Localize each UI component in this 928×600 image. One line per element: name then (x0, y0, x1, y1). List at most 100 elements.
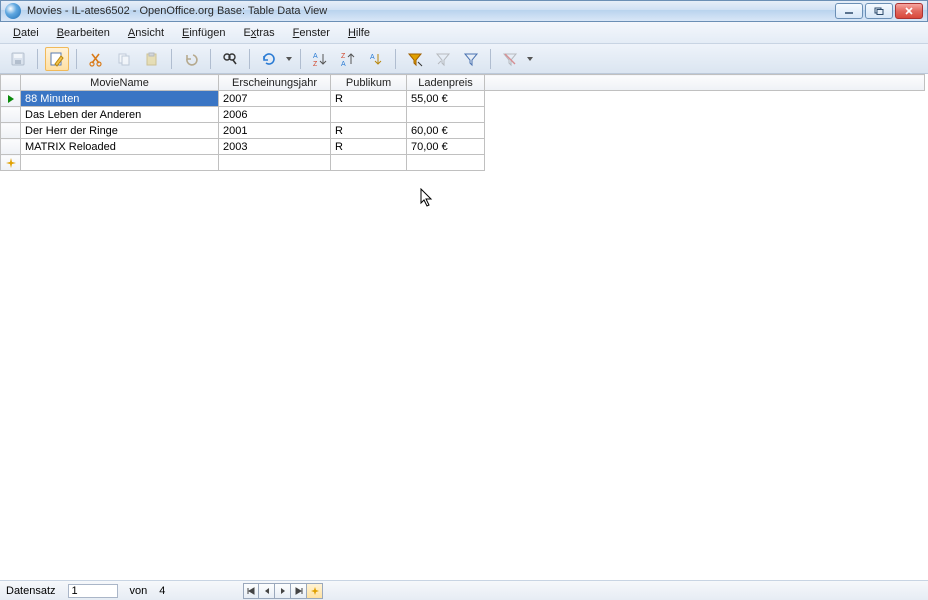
svg-text:Z: Z (313, 61, 318, 67)
menu-fenster[interactable]: Fenster (286, 25, 337, 41)
cell-empty (485, 139, 925, 155)
record-number-input[interactable] (68, 584, 118, 598)
cell-year[interactable]: 2006 (219, 107, 331, 123)
cut-button[interactable] (84, 47, 108, 71)
svg-text:A: A (341, 61, 346, 67)
table-row[interactable]: MATRIX Reloaded2003R70,00 € (1, 139, 925, 155)
column-header-year[interactable]: Erscheinungsjahr (219, 75, 331, 91)
toolbar: AZ ZA A (0, 44, 928, 74)
of-label: von (124, 581, 154, 600)
window-title: Movies - IL-ates6502 - OpenOffice.org Ba… (27, 5, 829, 17)
cell-year[interactable] (219, 155, 331, 171)
cell-empty (485, 123, 925, 139)
menu-datei[interactable]: Datei (6, 25, 46, 41)
last-record-button[interactable] (291, 583, 307, 599)
column-header-price[interactable]: Ladenpreis (407, 75, 485, 91)
undo-button[interactable] (179, 47, 203, 71)
menu-label: ilfe (356, 27, 370, 39)
cell-moviename[interactable]: MATRIX Reloaded (21, 139, 219, 155)
sort-button[interactable]: A (364, 47, 388, 71)
first-record-button[interactable] (243, 583, 259, 599)
table-row[interactable]: Das Leben der Anderen2006 (1, 107, 925, 123)
menu-bearbeiten[interactable]: Bearbeiten (50, 25, 117, 41)
menu-hilfe[interactable]: Hilfe (341, 25, 377, 41)
row-marker[interactable] (1, 123, 21, 139)
minimize-button[interactable] (835, 3, 863, 19)
cell-moviename[interactable]: Das Leben der Anderen (21, 107, 219, 123)
column-header-moviename[interactable]: MovieName (21, 75, 219, 91)
new-record-row[interactable] (1, 155, 925, 171)
toolbar-overflow[interactable] (526, 57, 534, 61)
menu-label: tras (256, 27, 274, 39)
column-header-empty (485, 75, 925, 91)
next-record-button[interactable] (275, 583, 291, 599)
table-row[interactable]: Der Herr der Ringe2001R60,00 € (1, 123, 925, 139)
find-button[interactable] (218, 47, 242, 71)
cell-empty (485, 91, 925, 107)
copy-button[interactable] (112, 47, 136, 71)
app-icon (5, 3, 21, 19)
cell-moviename[interactable]: 88 Minuten (21, 91, 219, 107)
cell-price[interactable]: 55,00 € (407, 91, 485, 107)
row-marker[interactable] (1, 107, 21, 123)
content-area: MovieName Erscheinungsjahr Publikum Lade… (0, 74, 928, 580)
separator-icon (300, 49, 301, 69)
separator-icon (490, 49, 491, 69)
menu-label: nsicht (135, 27, 164, 39)
refresh-button[interactable] (257, 47, 281, 71)
cell-publikum[interactable] (331, 155, 407, 171)
menu-label: E (243, 27, 250, 39)
row-marker[interactable] (1, 139, 21, 155)
remove-filter-button[interactable] (498, 47, 522, 71)
cell-publikum[interactable] (331, 107, 407, 123)
cell-publikum[interactable]: R (331, 123, 407, 139)
cell-moviename[interactable]: Der Herr der Ringe (21, 123, 219, 139)
record-number-field[interactable] (62, 581, 124, 600)
menu-extras[interactable]: Extras (236, 25, 281, 41)
prev-record-button[interactable] (259, 583, 275, 599)
cell-moviename[interactable] (21, 155, 219, 171)
edit-mode-button[interactable] (45, 47, 69, 71)
new-record-marker[interactable] (1, 155, 21, 171)
row-marker[interactable] (1, 91, 21, 107)
sort-asc-button[interactable]: AZ (308, 47, 332, 71)
cell-year[interactable]: 2003 (219, 139, 331, 155)
window-controls (835, 3, 923, 19)
close-button[interactable] (895, 3, 923, 19)
cell-publikum[interactable]: R (331, 91, 407, 107)
maximize-button[interactable] (865, 3, 893, 19)
cursor-icon (420, 188, 434, 211)
column-header-publikum[interactable]: Publikum (331, 75, 407, 91)
separator-icon (249, 49, 250, 69)
separator-icon (210, 49, 211, 69)
cell-year[interactable]: 2001 (219, 123, 331, 139)
separator-icon (76, 49, 77, 69)
paste-button[interactable] (140, 47, 164, 71)
menu-label: earbeiten (64, 27, 110, 39)
new-record-button[interactable] (307, 583, 323, 599)
table-row[interactable]: 88 Minuten2007R55,00 € (1, 91, 925, 107)
cell-publikum[interactable]: R (331, 139, 407, 155)
menu-label: enster (299, 27, 330, 39)
cell-price[interactable]: 70,00 € (407, 139, 485, 155)
cell-price[interactable]: 60,00 € (407, 123, 485, 139)
standard-filter-button[interactable] (459, 47, 483, 71)
cell-empty (485, 155, 925, 171)
save-button[interactable] (6, 47, 30, 71)
record-label: Datensatz (0, 581, 62, 600)
menu-ansicht[interactable]: Ansicht (121, 25, 171, 41)
apply-filter-button[interactable] (431, 47, 455, 71)
svg-text:A: A (313, 53, 318, 60)
menu-einfuegen[interactable]: Einfügen (175, 25, 232, 41)
separator-icon (395, 49, 396, 69)
sort-desc-button[interactable]: ZA (336, 47, 360, 71)
cell-price[interactable] (407, 155, 485, 171)
autofilter-button[interactable] (403, 47, 427, 71)
select-all-header[interactable] (1, 75, 21, 91)
cell-year[interactable]: 2007 (219, 91, 331, 107)
refresh-dropdown[interactable] (285, 57, 293, 61)
table-grid[interactable]: MovieName Erscheinungsjahr Publikum Lade… (0, 74, 928, 580)
cell-price[interactable] (407, 107, 485, 123)
menu-label: atei (21, 27, 39, 39)
statusbar: Datensatz von 4 (0, 580, 928, 600)
